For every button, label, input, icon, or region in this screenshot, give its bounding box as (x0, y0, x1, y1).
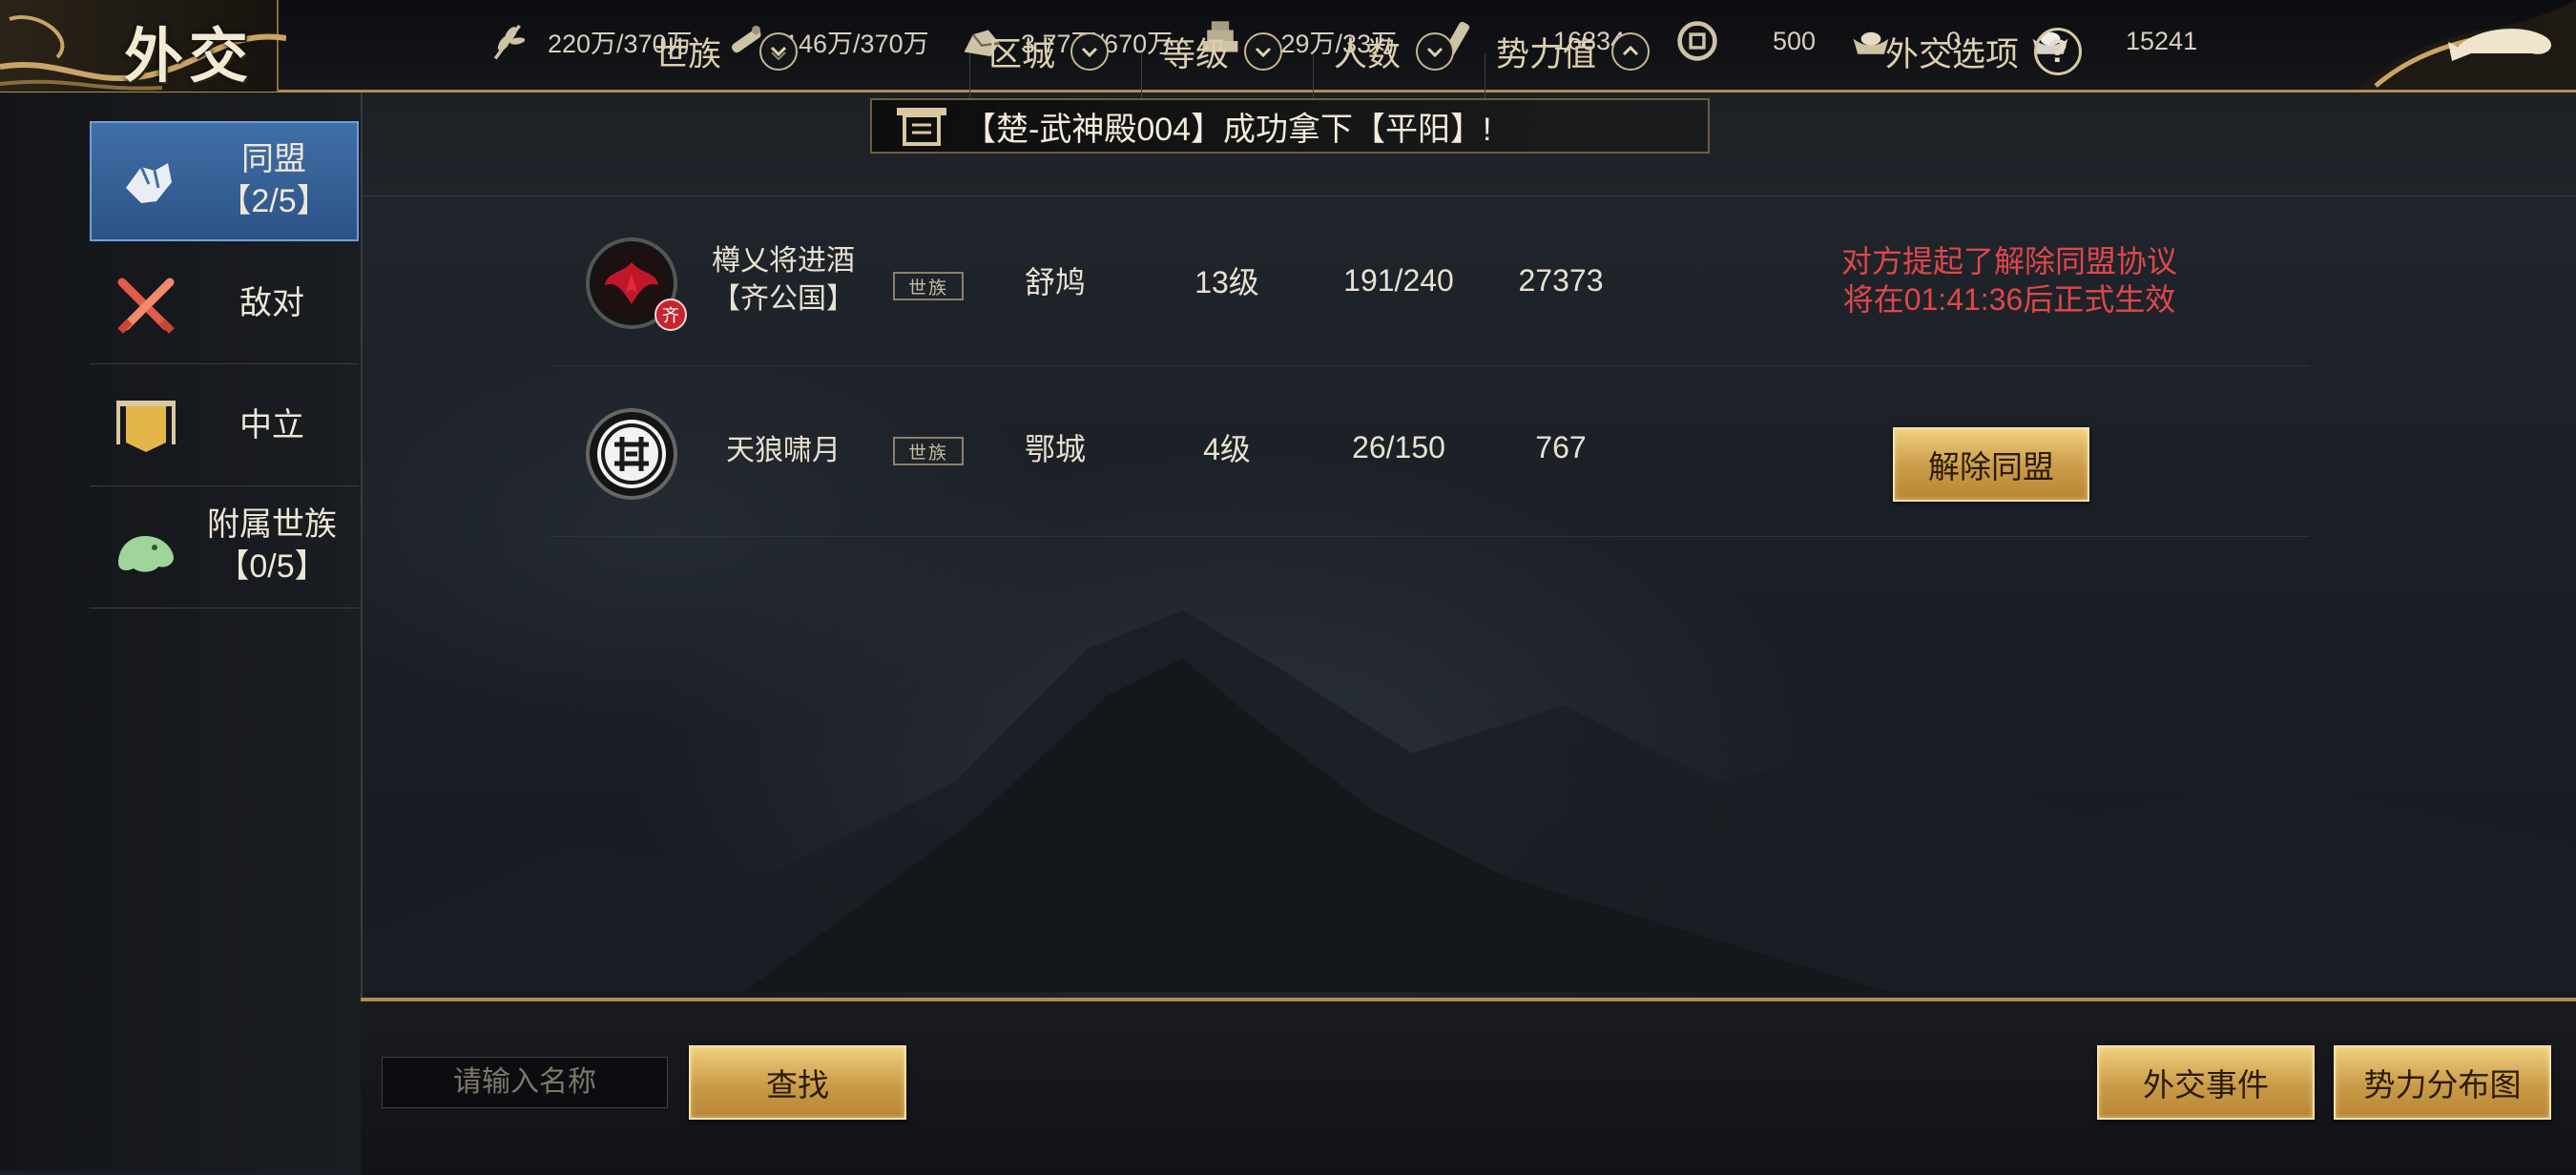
members-cell: 26/150 (1352, 429, 1445, 464)
handshake-icon (126, 163, 172, 203)
members-cell: 191/240 (1343, 262, 1454, 298)
column-divider (1141, 53, 1142, 101)
chevron-down-icon (1255, 47, 1272, 58)
back-arrow-icon[interactable] (2357, 0, 2576, 90)
grain-icon (493, 24, 526, 60)
column-members: 人数 (1334, 0, 1455, 103)
seal-emblem-icon (586, 408, 677, 500)
chevron-down-icon (1426, 47, 1444, 58)
scroll-notice-icon (897, 108, 946, 146)
page-title: 外交 (124, 21, 255, 91)
column-label: 等级 (1162, 35, 1230, 73)
sidebar-item-alliance[interactable]: 同盟 【2/5】 (90, 121, 359, 241)
column-label: 人数 (1334, 35, 1402, 73)
clan-name: 樽乂将进酒 (712, 245, 855, 277)
mountain-backdrop (363, 610, 2576, 992)
sidebar-item-label: 同盟 (241, 141, 306, 177)
sidebar-item-label: 附属世族 (207, 506, 337, 543)
sidebar-item-label: 中立 (239, 407, 304, 443)
status-message: 对方提起了解除同盟协议 (1840, 244, 2177, 278)
chevron-up-icon (1622, 45, 1639, 56)
column-city: 区城 (988, 0, 1110, 103)
diplomacy-events-button[interactable]: 外交事件 (2097, 1045, 2315, 1120)
copper-coin-icon (1677, 21, 1717, 61)
column-label: 势力值 (1496, 35, 1597, 73)
sort-level-button[interactable] (1244, 32, 1283, 71)
sidebar-item-label: 敌对 (239, 285, 304, 321)
sort-members-button[interactable] (1416, 32, 1455, 71)
search-input[interactable] (382, 1057, 668, 1108)
table-row[interactable]: 天狼啸月 世族 鄂城 4级 26/150 767 解除同盟 (550, 366, 2309, 537)
status-countdown: 将在01:41:36后正式生效 (1842, 282, 2176, 317)
column-label: 外交选项 (1885, 35, 2020, 73)
column-label: 世族 (654, 35, 722, 73)
column-level: 等级 (1162, 0, 1283, 103)
clan-tag: 世族 (893, 272, 964, 300)
power-map-button[interactable]: 势力分布图 (2334, 1045, 2551, 1120)
column-power: 势力值 (1496, 0, 1651, 103)
sidebar-item-count: 【0/5】 (217, 548, 327, 585)
cloud-beast-icon (118, 536, 174, 572)
banner-icon (116, 401, 176, 452)
sidebar-item-vassal-clans[interactable]: 附属世族 【0/5】 (90, 488, 359, 608)
clan-name-cell: 天狼啸月 (693, 366, 874, 536)
help-button[interactable]: ? (2034, 28, 2083, 75)
dissolve-alliance-button[interactable]: 解除同盟 (1893, 427, 2089, 502)
power-cell: 767 (1535, 429, 1587, 464)
search-button[interactable]: 查找 (689, 1045, 906, 1120)
column-divider (1313, 53, 1314, 101)
resource-value: 15241 (2126, 26, 2198, 55)
level-cell: 4级 (1203, 432, 1251, 466)
sort-clan-button[interactable] (759, 32, 799, 71)
sidebar-item-hostile[interactable]: 敌对 (90, 244, 359, 364)
clan-name: 天狼啸月 (726, 435, 841, 466)
chevron-down-icon (1081, 47, 1098, 58)
column-options: 外交选项 ? (1885, 0, 2083, 103)
state-badge: 齐 (654, 299, 687, 331)
level-cell: 13级 (1195, 265, 1259, 299)
column-divider (969, 53, 970, 101)
sidebar-item-count: 【2/5】 (218, 183, 329, 219)
resource-value: 146万/370万 (784, 29, 929, 58)
status-cell: 对方提起了解除同盟协议 将在01:41:36后正式生效 (1752, 196, 2267, 365)
crossed-swords-icon (117, 278, 175, 334)
ticker-message: 【楚-武神殿004】成功拿下【平阳】! (964, 111, 1492, 148)
column-clan: 世族 (654, 0, 799, 103)
news-ticker: 【楚-武神殿004】成功拿下【平阳】! (870, 98, 1710, 154)
table-row[interactable]: 齐 樽乂将进酒 【齐公国】 世族 舒鸠 13级 191/240 27373 对方… (550, 196, 2309, 366)
power-cell: 27373 (1518, 262, 1604, 298)
city-cell: 鄂城 (1024, 432, 1086, 466)
sidebar-item-neutral[interactable]: 中立 (90, 366, 359, 486)
chevron-down-icon (770, 46, 787, 61)
clan-state: 【齐公国】 (712, 283, 855, 315)
city-cell: 舒鸠 (1024, 265, 1086, 299)
question-mark-icon: ? (2047, 32, 2068, 70)
clan-name-cell: 樽乂将进酒 【齐公国】 (693, 196, 874, 365)
sort-city-button[interactable] (1070, 32, 1110, 71)
clan-tag: 世族 (893, 437, 964, 465)
sort-power-button[interactable] (1611, 32, 1651, 71)
resource-copper: 500 (1675, 17, 1816, 65)
resource-value: 500 (1773, 26, 1817, 55)
column-label: 区城 (988, 35, 1056, 73)
